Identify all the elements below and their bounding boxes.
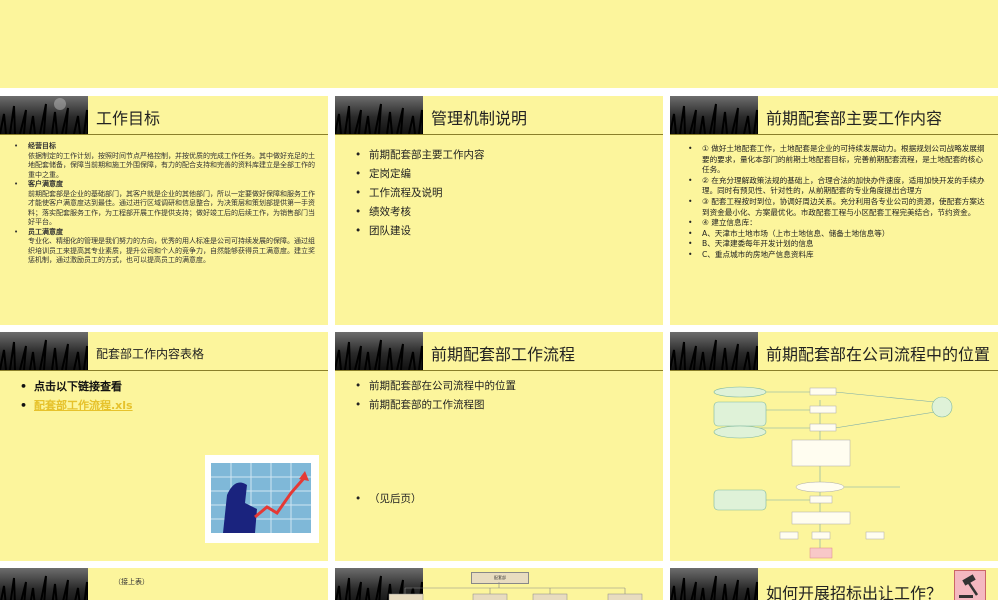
slide-body: （见后页） — [355, 490, 422, 509]
divider — [0, 370, 328, 371]
list-item: ② 在充分理解政策法规的基础上，合理合法的加快办件速度，适用加快开发的手续办理。… — [688, 176, 988, 197]
wheat-field-image — [0, 332, 88, 370]
divider — [335, 134, 663, 135]
list-item: A、天津市土地市场（上市土地信息、储备土地信息等） — [688, 229, 988, 240]
wheat-field-image — [670, 96, 758, 134]
list-item: 点击以下链接查看 — [20, 377, 318, 396]
list-item: B、天津建委每年开发计划的信息 — [688, 239, 988, 250]
slide-header: 工作目标 — [0, 96, 328, 134]
wheat-field-image — [670, 568, 758, 600]
slide-body: 前期配套部主要工作内容 定岗定编 工作流程及说明 绩效考核 团队建设 — [355, 146, 653, 241]
slide-process-position[interactable]: 前期配套部在公司流程中的位置 — [670, 332, 998, 561]
org-connectors — [388, 582, 643, 600]
slide-management-mechanism[interactable]: 管理机制说明 前期配套部主要工作内容 定岗定编 工作流程及说明 绩效考核 团队建… — [335, 96, 663, 325]
slide-header: 前期配套部工作流程 — [335, 332, 663, 370]
slide-title: 前期配套部工作流程 — [431, 345, 576, 364]
slide-title: 前期配套部在公司流程中的位置 — [766, 345, 991, 364]
slide-body: 经营目标依据制定的工作计划，按照时间节点严格控制，并按优质的完成工作任务。其中做… — [14, 142, 318, 266]
divider — [335, 370, 663, 371]
wheat-field-image — [335, 332, 423, 370]
wheat-field-image — [0, 568, 88, 600]
list-item: 工作流程及说明 — [355, 184, 653, 203]
continued-label: （接上表） — [114, 578, 149, 586]
slide-continued[interactable]: （接上表） — [0, 568, 328, 600]
list-item: 前期配套部在公司流程中的位置 — [355, 377, 653, 396]
slide-top — [0, 0, 998, 88]
list-item: 定岗定编 — [355, 165, 653, 184]
list-item: C、重点城市的房地产信息资料库 — [688, 250, 988, 261]
list-item: 团队建设 — [355, 222, 653, 241]
slide-title: 管理机制说明 — [431, 109, 528, 128]
divider — [670, 134, 998, 135]
slide-title: 配套部工作内容表格 — [96, 347, 205, 361]
wheat-field-image — [0, 96, 88, 134]
excel-file-link[interactable]: 配套部工作流程.xls — [34, 399, 133, 412]
slide-work-table[interactable]: 配套部工作内容表格 点击以下链接查看 配套部工作流程.xls — [0, 332, 328, 561]
slide-org-chart[interactable]: 配套部 — [335, 568, 663, 600]
list-item: 前期配套部的工作流程图 — [355, 396, 653, 415]
list-item: 前期配套部主要工作内容 — [355, 146, 653, 165]
slide-title: 工作目标 — [96, 109, 161, 128]
section-heading: 经营目标 — [28, 142, 56, 150]
slide-header: 前期配套部主要工作内容 — [670, 96, 998, 134]
slide-tender-transfer[interactable]: 如何开展招标出让工作？ — [670, 568, 998, 600]
list-item: 绩效考核 — [355, 203, 653, 222]
section-employee-satisfaction: 员工满意度专业化、精细化的管理是我们努力的方向，优秀的用人标准是公司可持续发展的… — [14, 228, 318, 266]
slide-body: 前期配套部在公司流程中的位置 前期配套部的工作流程图 — [355, 377, 653, 415]
list-item: ① 做好土地配套工作，土地配套是企业的可持续发展动力。根据规划公司战略发展纲要的… — [688, 144, 988, 176]
section-heading: 员工满意度 — [28, 227, 63, 236]
divider — [670, 370, 998, 371]
list-item: ④ 建立信息库： — [688, 218, 988, 229]
slide-body: ① 做好土地配套工作，土地配套是企业的可持续发展动力。根据规划公司战略发展纲要的… — [688, 144, 988, 261]
growth-chart-clipart — [205, 455, 319, 543]
slide-header: 管理机制说明 — [335, 96, 663, 134]
slide-title: 如何开展招标出让工作？ — [766, 584, 943, 600]
slide-main-work-content[interactable]: 前期配套部主要工作内容 ① 做好土地配套工作，土地配套是企业的可持续发展动力。根… — [670, 96, 998, 325]
wheat-field-image — [670, 332, 758, 370]
section-text: 前期配套部是企业的基础部门，其客户就是企业的其他部门，所以一定要做好保障和服务工… — [28, 189, 315, 227]
slide-work-goals[interactable]: 工作目标 经营目标依据制定的工作计划，按照时间节点严格控制，并按优质的完成工作任… — [0, 96, 328, 325]
list-item: 配套部工作流程.xls — [20, 396, 318, 415]
divider — [0, 134, 328, 135]
slide-body: 点击以下链接查看 配套部工作流程.xls — [20, 377, 318, 415]
gavel-icon — [954, 570, 986, 600]
section-text: 依据制定的工作计划，按照时间节点严格控制，并按优质的完成工作任务。其中做好充足的… — [28, 151, 315, 179]
slide-header: （接上表） — [0, 568, 328, 600]
slide-header: 前期配套部在公司流程中的位置 — [670, 332, 998, 370]
wheat-field-image — [335, 96, 423, 134]
see-next-page-note: （见后页） — [355, 490, 422, 509]
section-text: 专业化、精细化的管理是我们努力的方向，优秀的用人标准是公司可持续发展的保障。通过… — [28, 237, 315, 264]
slide-title: 前期配套部主要工作内容 — [766, 109, 943, 128]
section-customer-satisfaction: 客户满意度前期配套部是企业的基础部门，其客户就是企业的其他部门，所以一定要做好保… — [14, 180, 318, 228]
process-flowchart — [713, 386, 953, 559]
slide-header: 如何开展招标出让工作？ — [670, 568, 998, 600]
slide-header: 配套部工作内容表格 — [0, 332, 328, 370]
section-business-goal: 经营目标依据制定的工作计划，按照时间节点严格控制，并按优质的完成工作任务。其中做… — [14, 142, 318, 180]
list-item: ③ 配套工程按时到位，协调好周边关系。充分利用各专业公司的资源，使配套方案达到资… — [688, 197, 988, 218]
slide-workflow[interactable]: 前期配套部工作流程 前期配套部在公司流程中的位置 前期配套部的工作流程图 （见后… — [335, 332, 663, 561]
section-heading: 客户满意度 — [28, 180, 63, 188]
